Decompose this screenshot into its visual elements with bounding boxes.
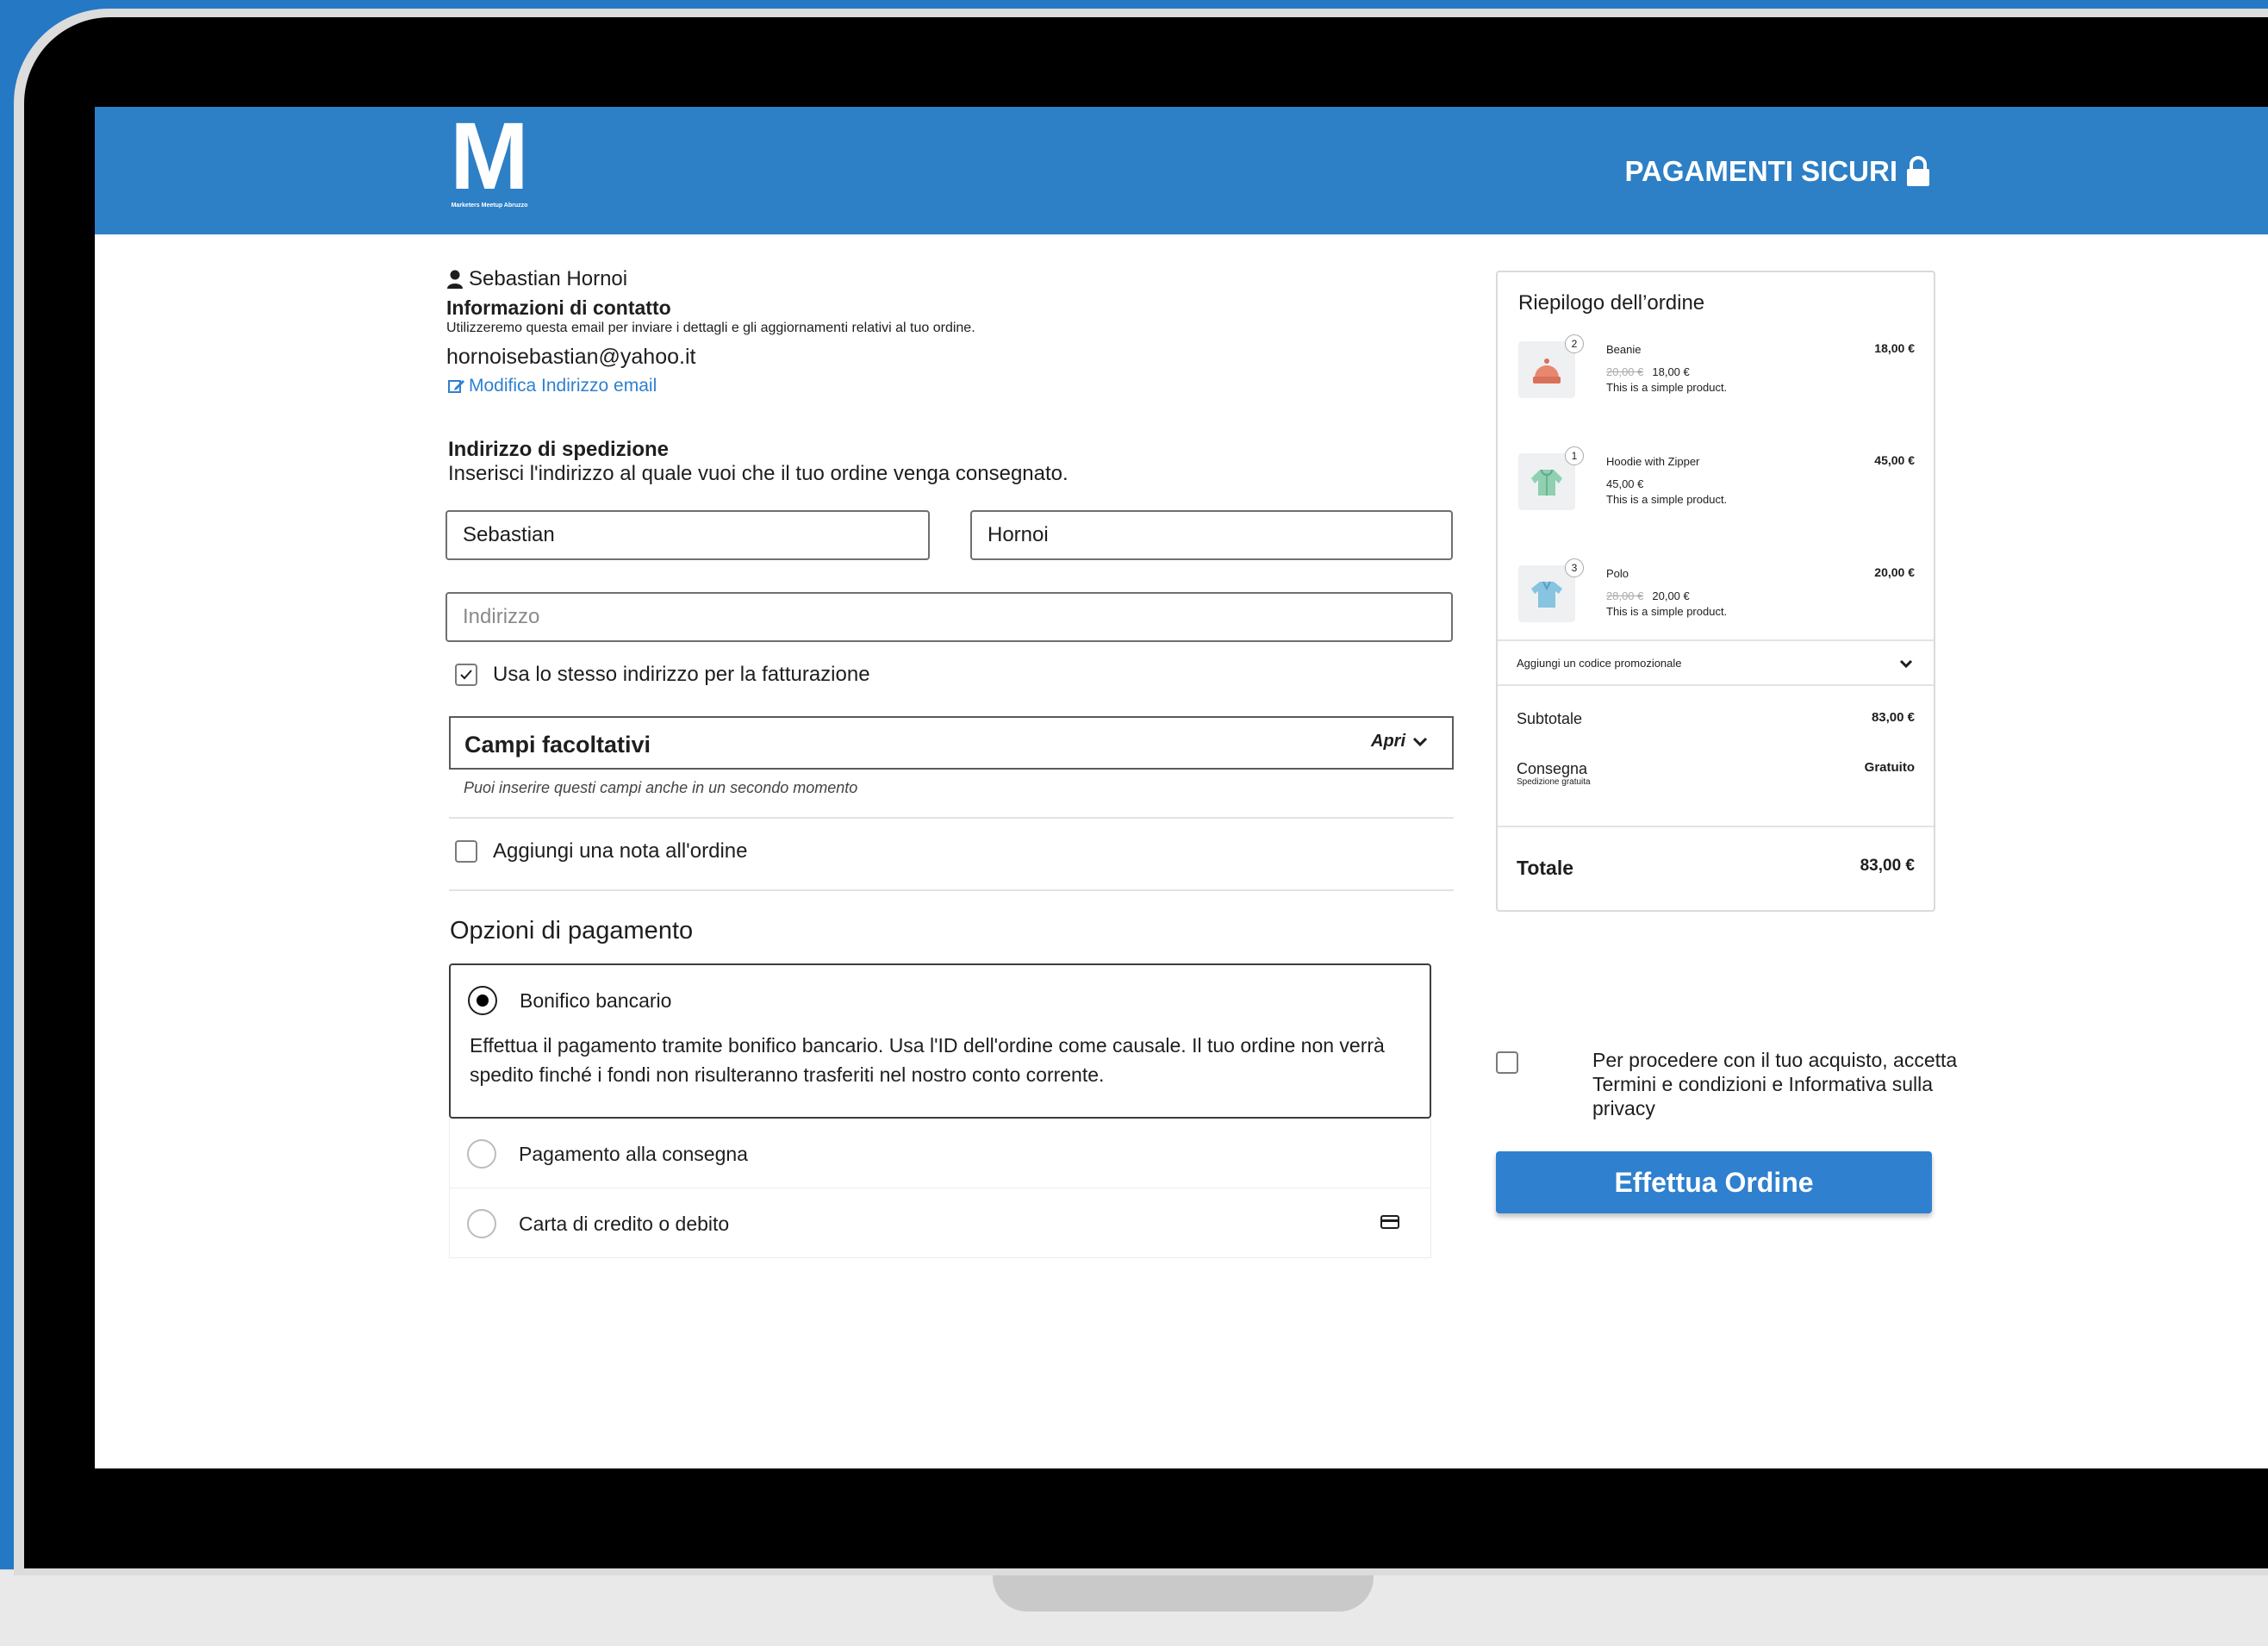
chevron-down-icon[interactable]: [1899, 658, 1913, 669]
item-total: 18,00 €: [1874, 341, 1915, 355]
summary-item: 3 Polo 20,00 € 28,00 € 20,00 € This is a…: [1498, 558, 1934, 652]
item-short-description: This is a simple product.: [1606, 605, 1728, 618]
hoodie-icon: [1531, 469, 1562, 496]
last-name-field-wrap: [970, 510, 1453, 560]
item-prices: 20,00 € 18,00 €: [1606, 365, 1690, 378]
item-quantity-badge: 3: [1565, 558, 1584, 577]
item-short-description: This is a simple product.: [1606, 381, 1728, 394]
site-header: M Marketers Meetup Abruzzo PAGAMENTI SIC…: [95, 107, 2268, 234]
optional-fields-open[interactable]: Apri: [1371, 732, 1428, 751]
same-billing-label: Usa lo stesso indirizzo per la fatturazi…: [493, 663, 870, 686]
same-billing-row: Usa lo stesso indirizzo per la fatturazi…: [455, 663, 870, 687]
shipping-title: Indirizzo di spedizione: [448, 438, 670, 461]
card-label: Carta di credito o debito: [519, 1213, 730, 1235]
logo-subtitle: Marketers Meetup Abruzzo: [451, 203, 528, 209]
laptop-base: [0, 1568, 2268, 1646]
last-name-field[interactable]: [972, 512, 1451, 558]
total-value: 83,00 €: [1860, 857, 1915, 875]
optional-open-label: Apri: [1371, 732, 1405, 751]
divider: [1498, 639, 1934, 641]
order-summary: Riepilogo dell’ordine 2 Beanie 18,00 € 2…: [1496, 271, 1935, 912]
subtotal-label: Subtotale: [1517, 710, 1583, 727]
address-field-wrap: [446, 592, 1453, 642]
terms-label: Per procedere con il tuo acquisto, accet…: [1592, 1049, 1958, 1119]
item-name: Polo: [1606, 567, 1629, 580]
contact-email: hornoisebastian@yahoo.it: [446, 345, 696, 369]
contact-title: Informazioni di contatto: [446, 296, 671, 319]
item-prices: 45,00 €: [1606, 477, 1643, 490]
edit-email-link[interactable]: Modifica Indirizzo email: [448, 376, 657, 396]
divider: [1498, 684, 1934, 686]
item-total: 45,00 €: [1874, 453, 1915, 467]
polo-shirt-icon: [1531, 581, 1562, 608]
bank-transfer-description: Effettua il pagamento tramite bonifico b…: [470, 1034, 1385, 1086]
edit-icon: [448, 380, 464, 393]
item-price: 20,00 €: [1652, 589, 1690, 602]
summary-item: 1 Hoodie with Zipper 45,00 € 45,00 € Thi…: [1498, 446, 1934, 539]
same-billing-checkbox[interactable]: [455, 664, 477, 686]
optional-fields-toggle[interactable]: Campi facoltativi Apri: [449, 716, 1454, 770]
user-icon: [447, 270, 463, 289]
logo-letter: M: [450, 107, 529, 209]
summary-item: 2 Beanie 18,00 € 20,00 € 18,00 € This is…: [1498, 334, 1934, 427]
item-price: 18,00 €: [1652, 365, 1690, 378]
first-name-field[interactable]: [447, 512, 928, 558]
item-quantity-badge: 1: [1565, 446, 1584, 465]
optional-fields-hint: Puoi inserire questi campi anche in un s…: [464, 779, 858, 796]
shipping-cost-value: Gratuito: [1864, 760, 1915, 775]
beanie-icon: [1533, 359, 1561, 383]
shipping-cost-subtitle: Spedizione gratuita: [1517, 777, 1591, 787]
first-name-field-wrap: [446, 510, 930, 560]
optional-fields-title: Campi facoltativi: [464, 732, 651, 758]
cash-on-delivery-radio[interactable]: [467, 1139, 496, 1169]
place-order-button[interactable]: Effettua Ordine: [1496, 1151, 1932, 1213]
user-row: Sebastian Hornoi: [446, 267, 627, 291]
item-price: 45,00 €: [1606, 477, 1644, 490]
payment-options: Bonifico bancario Effettua il pagamento …: [449, 963, 1431, 1258]
item-short-description: This is a simple product.: [1606, 493, 1728, 506]
item-total: 20,00 €: [1874, 565, 1915, 579]
secure-payments-badge: PAGAMENTI SICURI: [1624, 155, 1932, 188]
payment-option-card[interactable]: Carta di credito o debito: [449, 1188, 1431, 1258]
total-label: Totale: [1517, 857, 1574, 879]
card-radio[interactable]: [467, 1209, 496, 1238]
item-prices: 28,00 € 20,00 €: [1606, 589, 1690, 602]
shipping-description: Inserisci l'indirizzo al quale vuoi che …: [448, 462, 1069, 485]
bank-transfer-radio[interactable]: [468, 986, 497, 1015]
shipping-cost-label: Consegna: [1517, 760, 1588, 777]
order-note-label: Aggiungi una nota all'ordine: [493, 839, 748, 863]
checkout-screen: M Marketers Meetup Abruzzo PAGAMENTI SIC…: [95, 107, 2268, 1468]
subtotal-value: 83,00 €: [1871, 710, 1915, 725]
item-name: Hoodie with Zipper: [1606, 455, 1700, 468]
terms-checkbox[interactable]: [1496, 1051, 1518, 1074]
item-quantity-badge: 2: [1565, 334, 1584, 353]
divider: [1498, 826, 1934, 827]
cash-on-delivery-label: Pagamento alla consegna: [519, 1143, 748, 1165]
bank-transfer-label: Bonifico bancario: [520, 989, 672, 1012]
check-icon: [460, 670, 472, 680]
user-name: Sebastian Hornoi: [469, 267, 628, 290]
divider: [449, 817, 1454, 819]
address-field[interactable]: [447, 594, 1451, 640]
payment-option-cash-on-delivery[interactable]: Pagamento alla consegna: [449, 1119, 1431, 1188]
contact-description: Utilizzeremo questa email per inviare i …: [446, 321, 975, 335]
item-old-price: 20,00 €: [1606, 365, 1644, 378]
payment-title: Opzioni di pagamento: [450, 917, 694, 945]
order-summary-title: Riepilogo dell’ordine: [1518, 291, 1705, 315]
site-logo[interactable]: M Marketers Meetup Abruzzo: [446, 107, 533, 217]
secure-payments-label: PAGAMENTI SICURI: [1624, 155, 1897, 187]
coupon-toggle[interactable]: Aggiungi un codice promozionale: [1517, 657, 1682, 670]
item-old-price: 28,00 €: [1606, 589, 1644, 602]
payment-option-bank-transfer[interactable]: Bonifico bancario Effettua il pagamento …: [449, 963, 1431, 1119]
lock-icon: [1907, 156, 1929, 186]
edit-email-label: Modifica Indirizzo email: [469, 376, 657, 396]
order-note-row: Aggiungi una nota all'ordine: [455, 839, 747, 864]
item-name: Beanie: [1606, 343, 1642, 356]
order-note-checkbox[interactable]: [455, 840, 477, 863]
chevron-down-icon: [1412, 737, 1428, 746]
credit-card-icon: [1380, 1215, 1399, 1229]
divider: [449, 889, 1454, 891]
